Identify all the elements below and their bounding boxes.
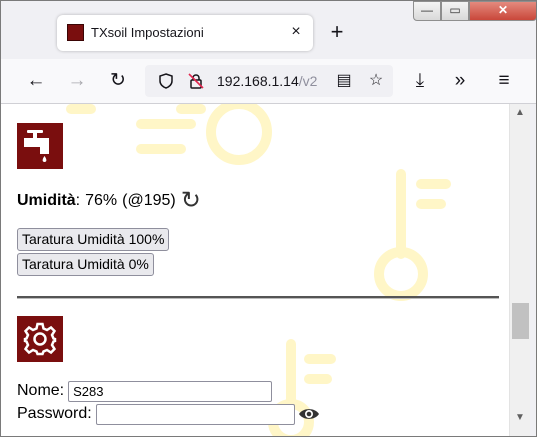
password-label: Password: <box>17 405 92 422</box>
page-viewport: Umidità : 76% (@195) ↻ Taratura Umidità … <box>1 104 509 436</box>
calibration-buttons: Taratura Umidità 100% Taratura Umidità 0… <box>17 228 501 276</box>
vertical-scrollbar[interactable]: ▲ ▼ <box>509 104 530 436</box>
reader-view-icon[interactable]: ▤ <box>331 68 357 94</box>
bookmark-star-icon[interactable]: ☆ <box>363 68 389 94</box>
scrollbar-thumb[interactable] <box>512 303 529 339</box>
scroll-down-icon[interactable]: ▼ <box>510 409 530 427</box>
refresh-icon[interactable]: ↻ <box>181 189 201 213</box>
maximize-button[interactable]: ▭ <box>441 1 469 21</box>
page-content: Umidità : 76% (@195) ↻ Taratura Umidità … <box>17 104 501 425</box>
section-divider <box>17 296 499 299</box>
url-path: /v2 <box>298 73 318 89</box>
browser-window: TXsoil Impostazioni × + — ▭ ✕ ← → ↻ 192.… <box>0 0 537 437</box>
back-arrow-icon[interactable]: ← <box>23 68 49 94</box>
new-tab-button[interactable]: + <box>324 19 350 45</box>
password-field[interactable] <box>95 403 295 425</box>
navigation-toolbar: ← → ↻ 192.168.1.14/v2 ▤ ☆ ⤓ » ≡ <box>1 59 536 104</box>
scroll-up-icon[interactable]: ▲ <box>510 104 530 122</box>
forward-arrow-icon[interactable]: → <box>64 68 90 94</box>
menu-icon[interactable]: ≡ <box>491 68 517 94</box>
eye-icon[interactable] <box>298 406 320 422</box>
humidity-label: Umidità <box>17 192 76 209</box>
address-bar[interactable]: 192.168.1.14/v2 ▤ ☆ <box>145 65 393 97</box>
password-row: Password: <box>17 403 501 425</box>
downloads-icon[interactable]: ⤓ <box>407 68 433 94</box>
close-window-button[interactable]: ✕ <box>469 1 536 21</box>
humidity-line: Umidità : 76% (@195) ↻ <box>17 189 501 213</box>
overflow-icon[interactable]: » <box>447 68 473 94</box>
calibrate-100-button[interactable]: Taratura Umidità 100% <box>17 228 170 251</box>
minimize-button[interactable]: — <box>413 1 441 21</box>
humidity-raw-value: (@195) <box>122 192 176 209</box>
title-bar: TXsoil Impostazioni × + — ▭ ✕ <box>1 1 536 59</box>
humidity-value: 76% <box>85 192 118 209</box>
water-tap-icon <box>17 123 63 169</box>
name-label: Nome: <box>17 382 65 399</box>
calibrate-0-button[interactable]: Taratura Umidità 0% <box>17 253 154 276</box>
humidity-separator: : <box>75 192 81 209</box>
window-controls: — ▭ ✕ <box>413 1 536 21</box>
insecure-lock-icon[interactable] <box>183 68 209 94</box>
shield-icon[interactable] <box>153 68 179 94</box>
name-row: Nome: <box>17 380 501 402</box>
url-host: 192.168.1.14 <box>217 73 299 89</box>
tab-txsoil[interactable]: TXsoil Impostazioni × <box>57 15 313 51</box>
tab-close-icon[interactable]: × <box>285 21 307 43</box>
thermometer-favicon-icon <box>67 24 84 41</box>
reload-icon[interactable]: ↻ <box>105 68 131 94</box>
name-field[interactable] <box>68 380 273 402</box>
url-text[interactable]: 192.168.1.14/v2 <box>217 73 327 89</box>
gear-icon <box>17 316 63 362</box>
tab-title: TXsoil Impostazioni <box>91 25 204 40</box>
